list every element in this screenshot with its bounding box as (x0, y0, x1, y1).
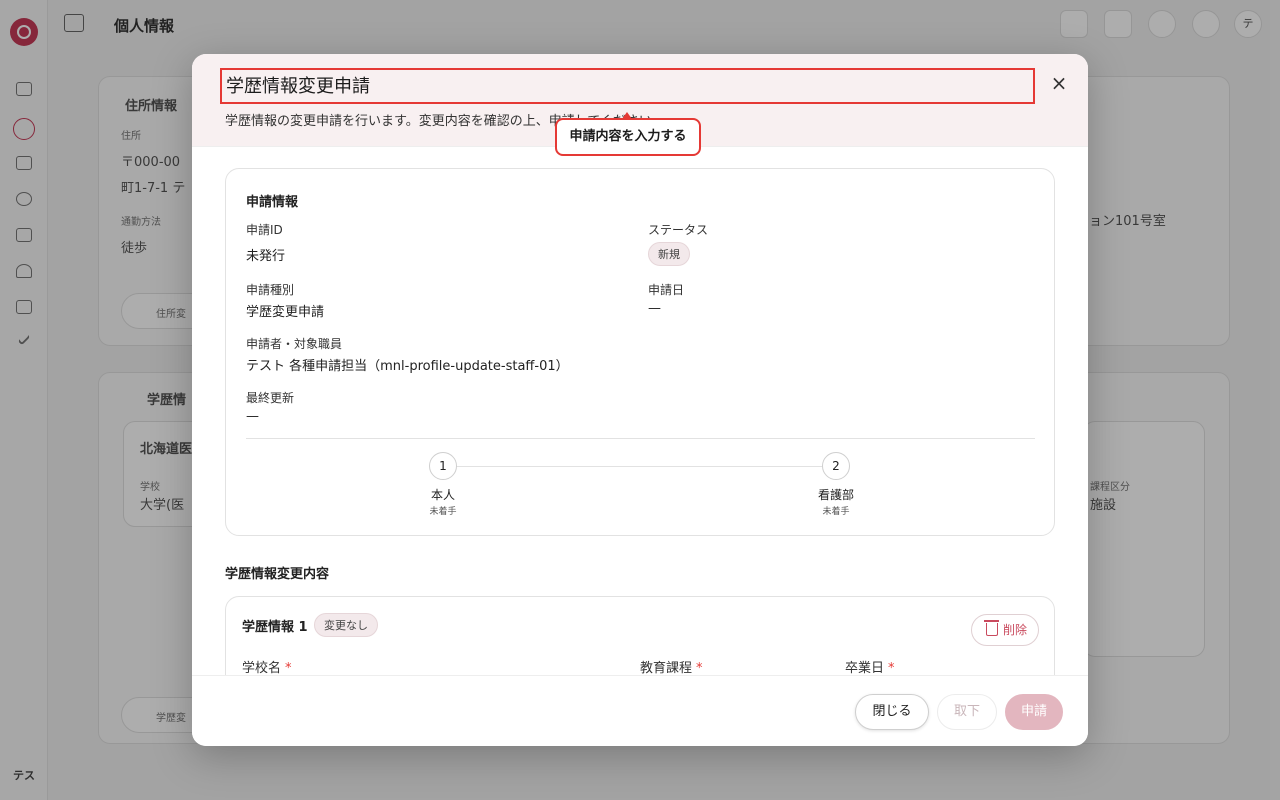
delete-button[interactable]: 削除 (971, 614, 1039, 646)
change-status-badge: 変更なし (314, 613, 378, 637)
course-text: 教育課程 (640, 661, 693, 675)
course-label: 教育課程 * (640, 657, 703, 675)
modal-body[interactable]: 申請情報 申請ID 未発行 ステータス 新規 申請種別 学歴変更申請 申請日 —… (192, 147, 1088, 675)
required-mark: * (888, 661, 895, 675)
education-change-modal: 学歴情報変更申請 × 学歴情報の変更申請を行います。変更内容を確認の上、申請して… (192, 54, 1088, 746)
step-2-status: 未着手 (822, 507, 850, 517)
school-name-text: 学校名 (242, 661, 282, 675)
application-date-label: 申請日 (648, 283, 685, 297)
education-card-title: 学歴情報 1 (242, 620, 308, 635)
modal-header: 学歴情報変更申請 × 学歴情報の変更申請を行います。変更内容を確認の上、申請して… (192, 54, 1088, 156)
school-name-label: 学校名 * (242, 657, 292, 675)
trash-icon (984, 620, 999, 636)
delete-label: 削除 (1003, 623, 1028, 637)
last-updated-value: — (246, 409, 259, 424)
graduation-date-label: 卒業日 * (845, 657, 895, 675)
step-1-status: 未着手 (429, 507, 457, 517)
info-divider (246, 438, 1035, 439)
approval-step-line (456, 466, 836, 467)
application-info-title: 申請情報 (246, 195, 299, 210)
modal-footer: 閉じる 取下 申請 (192, 675, 1088, 746)
application-date-value: — (648, 301, 661, 316)
education-change-card: 学歴情報 1 変更なし 削除 学校名 * 教育課程 * 卒業日 * (225, 596, 1055, 675)
step-1-circle: 1 (429, 452, 457, 480)
step-2-circle: 2 (822, 452, 850, 480)
close-icon[interactable]: × (1048, 72, 1070, 94)
status-label: ステータス (648, 223, 709, 237)
required-mark: * (285, 661, 292, 675)
changes-section-title: 学歴情報変更内容 (225, 567, 330, 582)
modal-title: 学歴情報変更申請 (220, 68, 1035, 104)
required-mark: * (696, 661, 703, 675)
application-id-label: 申請ID (246, 223, 283, 237)
application-id-value: 未発行 (246, 249, 286, 264)
step-1-name: 本人 (430, 488, 455, 502)
last-updated-label: 最終更新 (246, 391, 295, 405)
graduation-date-text: 卒業日 (845, 661, 885, 675)
status-badge: 新規 (648, 242, 690, 266)
application-type-value: 学歴変更申請 (246, 305, 325, 320)
close-button[interactable]: 閉じる (855, 694, 929, 730)
step-2-name: 看護部 (817, 488, 854, 502)
applicant-label: 申請者・対象職員 (246, 337, 343, 351)
application-type-label: 申請種別 (246, 283, 295, 297)
applicant-value: テスト 各種申請担当（mnl-profile-update-staff-01） (246, 359, 569, 374)
withdraw-button[interactable]: 取下 (937, 694, 997, 730)
application-info-card: 申請情報 申請ID 未発行 ステータス 新規 申請種別 学歴変更申請 申請日 —… (225, 168, 1055, 536)
submit-button[interactable]: 申請 (1005, 694, 1063, 730)
